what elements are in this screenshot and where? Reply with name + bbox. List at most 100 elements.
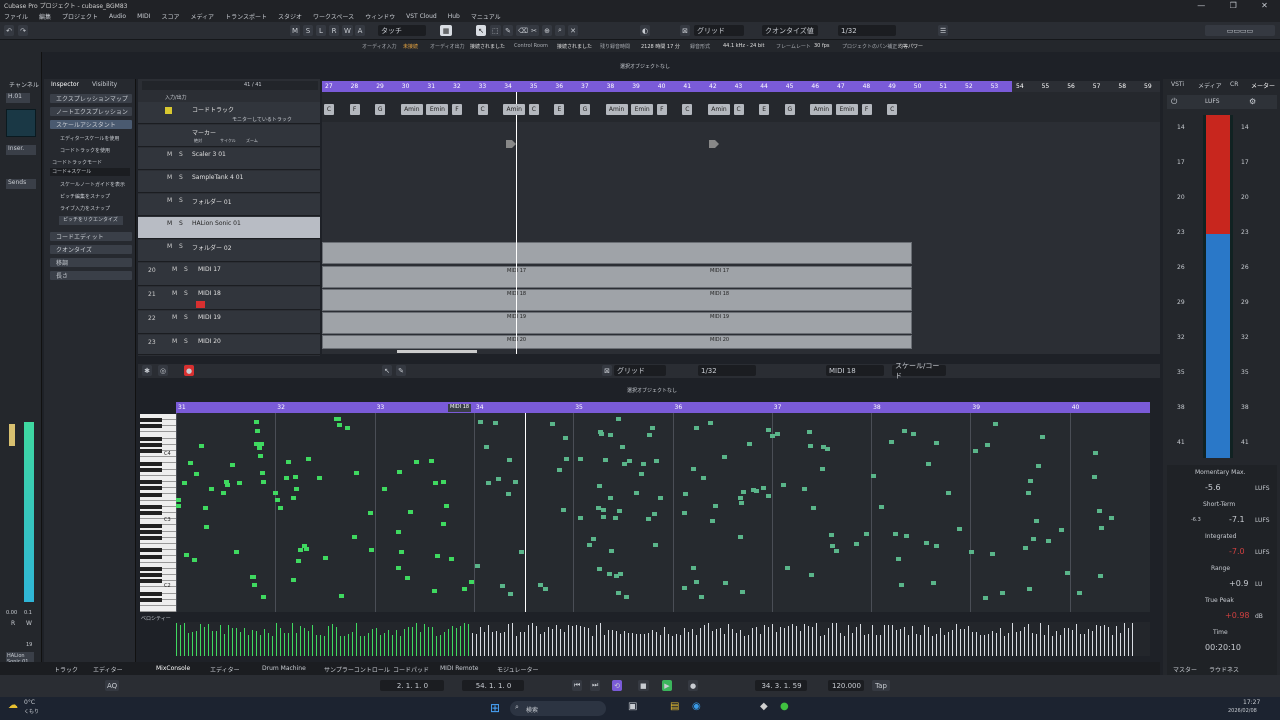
track-row[interactable]: M S Scaler 3 01 bbox=[138, 148, 320, 170]
velocity-bar[interactable] bbox=[484, 632, 485, 656]
channel-select[interactable]: H.01 bbox=[6, 93, 30, 103]
velocity-bar[interactable] bbox=[328, 626, 329, 656]
velocity-bar[interactable] bbox=[960, 629, 961, 656]
range-tool-icon[interactable]: ⬚ bbox=[490, 25, 501, 36]
midi-note[interactable] bbox=[825, 447, 830, 451]
velocity-bar[interactable] bbox=[1128, 628, 1129, 656]
midi-note[interactable] bbox=[738, 496, 743, 500]
velocity-bar[interactable] bbox=[680, 635, 681, 656]
midi-note[interactable] bbox=[699, 595, 704, 599]
chord-event[interactable]: Emin bbox=[426, 104, 449, 115]
editor-quantize-select[interactable]: 1/32 bbox=[698, 365, 756, 376]
midi-note[interactable] bbox=[441, 480, 446, 484]
search-box[interactable]: 検索 bbox=[510, 701, 606, 716]
black-key[interactable] bbox=[140, 598, 162, 602]
velocity-bar[interactable] bbox=[220, 625, 221, 656]
velocity-bar[interactable] bbox=[848, 625, 849, 656]
velocity-bar[interactable] bbox=[828, 628, 829, 656]
write-button[interactable]: W bbox=[26, 620, 32, 627]
midi-note[interactable] bbox=[766, 428, 771, 432]
velocity-bar[interactable] bbox=[760, 634, 761, 656]
chord-event[interactable]: G bbox=[784, 104, 795, 115]
midi-note[interactable] bbox=[1099, 526, 1104, 530]
velocity-bar[interactable] bbox=[728, 624, 729, 656]
midi-note[interactable] bbox=[260, 471, 265, 475]
velocity-bar[interactable] bbox=[904, 627, 905, 656]
midi-note[interactable] bbox=[809, 573, 814, 577]
black-key[interactable] bbox=[140, 567, 162, 571]
velocity-bar[interactable] bbox=[784, 628, 785, 656]
midi-note[interactable] bbox=[1065, 571, 1070, 575]
velocity-bar[interactable] bbox=[448, 629, 449, 656]
velocity-bar[interactable] bbox=[572, 626, 573, 656]
midi-note[interactable] bbox=[854, 542, 859, 546]
midi-note[interactable] bbox=[493, 421, 498, 425]
solo-button[interactable]: S bbox=[184, 314, 188, 321]
midi-note[interactable] bbox=[641, 462, 646, 466]
midi-note[interactable] bbox=[484, 445, 489, 449]
velocity-bar[interactable] bbox=[580, 626, 581, 656]
velocity-bar[interactable] bbox=[1048, 625, 1049, 656]
velocity-bar[interactable] bbox=[1080, 634, 1081, 656]
midi-note[interactable] bbox=[601, 508, 606, 512]
midi-note[interactable] bbox=[904, 534, 909, 538]
midi-note[interactable] bbox=[462, 587, 467, 591]
velocity-bar[interactable] bbox=[896, 630, 897, 656]
velocity-bar[interactable] bbox=[500, 633, 501, 656]
midi-note[interactable] bbox=[237, 481, 242, 485]
velocity-bar[interactable] bbox=[712, 631, 713, 656]
section-note-expression[interactable]: ノートエクスプレッション bbox=[50, 107, 132, 116]
midi-note[interactable] bbox=[441, 522, 446, 526]
velocity-bar[interactable] bbox=[288, 633, 289, 656]
velocity-bar[interactable] bbox=[1008, 633, 1009, 656]
midi-note[interactable] bbox=[538, 583, 543, 587]
velocity-bar[interactable] bbox=[668, 634, 669, 656]
velocity-bar[interactable] bbox=[576, 625, 577, 656]
quantize-preset-select[interactable]: クオンタイズ値 bbox=[762, 25, 818, 36]
velocity-bar[interactable] bbox=[492, 632, 493, 656]
midi-note[interactable] bbox=[608, 496, 613, 500]
midi-note[interactable] bbox=[369, 548, 374, 552]
midi-note[interactable] bbox=[204, 525, 209, 529]
velocity-bar[interactable] bbox=[968, 626, 969, 656]
velocity-bar[interactable] bbox=[860, 624, 861, 656]
velocity-bar[interactable] bbox=[528, 625, 529, 656]
midi-note[interactable] bbox=[993, 422, 998, 426]
right-locator[interactable]: 54. 1. 1. 0 bbox=[462, 680, 524, 691]
mute-button[interactable]: M bbox=[167, 220, 172, 227]
midi-part[interactable]: MIDI 19 MIDI 19 bbox=[322, 312, 912, 334]
section-scale-assistant[interactable]: スケールアシスタント bbox=[50, 120, 132, 129]
velocity-bar[interactable] bbox=[260, 635, 261, 656]
chord-event[interactable]: Amin bbox=[810, 104, 833, 115]
pointer-tool-icon[interactable]: ↖ bbox=[476, 25, 486, 36]
line-icon[interactable]: ● bbox=[780, 701, 789, 712]
chord-event[interactable]: Emin bbox=[836, 104, 858, 115]
insert-button[interactable]: Inser. bbox=[6, 145, 36, 155]
grid-icon[interactable]: ▦ bbox=[440, 25, 452, 36]
midi-note[interactable] bbox=[449, 557, 454, 561]
velocity-bar[interactable] bbox=[1068, 628, 1069, 656]
velocity-bar[interactable] bbox=[296, 633, 297, 656]
velocity-bar[interactable] bbox=[1076, 624, 1077, 656]
read-button[interactable]: R bbox=[329, 25, 339, 36]
menu-window[interactable]: ウィンドウ bbox=[365, 12, 395, 21]
tab-tracks[interactable]: トラック bbox=[54, 665, 78, 674]
midi-note[interactable] bbox=[634, 491, 639, 495]
midi-note[interactable] bbox=[293, 475, 298, 479]
folder-part[interactable] bbox=[322, 242, 912, 264]
midi-note[interactable] bbox=[294, 487, 299, 491]
velocity-bar[interactable] bbox=[1040, 623, 1041, 656]
velocity-bar[interactable] bbox=[868, 634, 869, 656]
automation-button[interactable]: A bbox=[355, 25, 365, 36]
midi-note[interactable] bbox=[1109, 516, 1114, 520]
midi-note[interactable] bbox=[740, 590, 745, 594]
velocity-bar[interactable] bbox=[620, 634, 621, 656]
tab-midi-remote[interactable]: MIDI Remote bbox=[440, 665, 478, 672]
tab-mixconsole[interactable]: MixConsole bbox=[156, 665, 190, 672]
velocity-bar[interactable] bbox=[592, 636, 593, 656]
midi-note[interactable] bbox=[751, 488, 756, 492]
velocity-bar[interactable] bbox=[464, 623, 465, 656]
velocity-bar[interactable] bbox=[540, 634, 541, 656]
track-row[interactable]: 22 M S MIDI 19 bbox=[138, 311, 320, 334]
midi-note[interactable] bbox=[339, 594, 344, 598]
